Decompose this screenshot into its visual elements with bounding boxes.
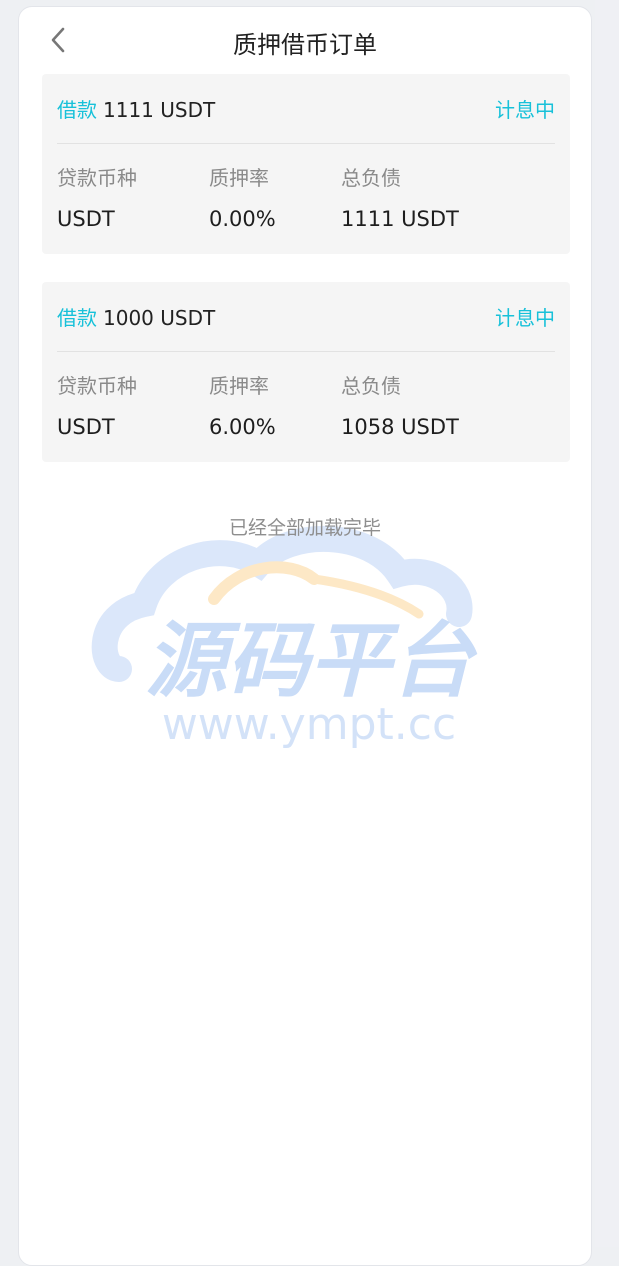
loan-amount: 1000 USDT (103, 306, 216, 330)
total-debt-field: 总负债 1111 USDT (341, 164, 459, 233)
watermark-url-text: www.ympt.cc (162, 699, 456, 750)
pledge-rate-label: 质押率 (209, 374, 269, 398)
currency-field: 贷款币种 USDT (57, 164, 137, 233)
order-card[interactable]: 借款 1111 USDT 计息中 贷款币种 USDT 质押率 0.00% 总负债 … (42, 74, 570, 254)
total-debt-value: 1058 USDT (341, 415, 459, 439)
status-badge: 计息中 (495, 98, 555, 122)
total-debt-value: 1111 USDT (341, 207, 459, 231)
total-debt-label: 总负债 (341, 166, 401, 190)
header: 质押借币订单 (19, 7, 591, 77)
pledge-rate-value: 0.00% (209, 207, 276, 231)
app-frame: 质押借币订单 源码平台 www.ympt.cc 借款 1111 USDT 计息中 … (18, 6, 592, 1266)
currency-value: USDT (57, 207, 115, 231)
pledge-rate-label: 质押率 (209, 166, 269, 190)
loan-label: 借款 (57, 306, 97, 330)
list-end-text: 已经全部加载完毕 (228, 517, 381, 539)
status-badge: 计息中 (495, 306, 555, 330)
pledge-rate-field: 质押率 0.00% (209, 164, 276, 233)
order-card-header: 借款 1111 USDT 计息中 (57, 74, 555, 144)
order-card[interactable]: 借款 1000 USDT 计息中 贷款币种 USDT 质押率 6.00% 总负债 … (42, 282, 570, 462)
total-debt-label: 总负债 (341, 374, 401, 398)
order-info-row: 贷款币种 USDT 质押率 6.00% 总负债 1058 USDT (57, 352, 555, 462)
page-title: 质押借币订单 (233, 31, 377, 59)
currency-value: USDT (57, 415, 115, 439)
order-info-row: 贷款币种 USDT 质押率 0.00% 总负债 1111 USDT (57, 144, 555, 254)
watermark-logo: 源码平台 www.ympt.cc (91, 526, 478, 750)
pledge-rate-value: 6.00% (209, 415, 276, 439)
loan-amount: 1111 USDT (103, 98, 216, 122)
loan-label: 借款 (57, 98, 97, 122)
currency-label: 贷款币种 (57, 166, 137, 190)
total-debt-field: 总负债 1058 USDT (341, 372, 459, 441)
currency-field: 贷款币种 USDT (57, 372, 137, 441)
pledge-rate-field: 质押率 6.00% (209, 372, 276, 441)
order-card-header: 借款 1000 USDT 计息中 (57, 282, 555, 352)
scrollbar-track (595, 0, 619, 1247)
watermark-logo-text: 源码平台 (145, 614, 478, 709)
currency-label: 贷款币种 (57, 374, 137, 398)
